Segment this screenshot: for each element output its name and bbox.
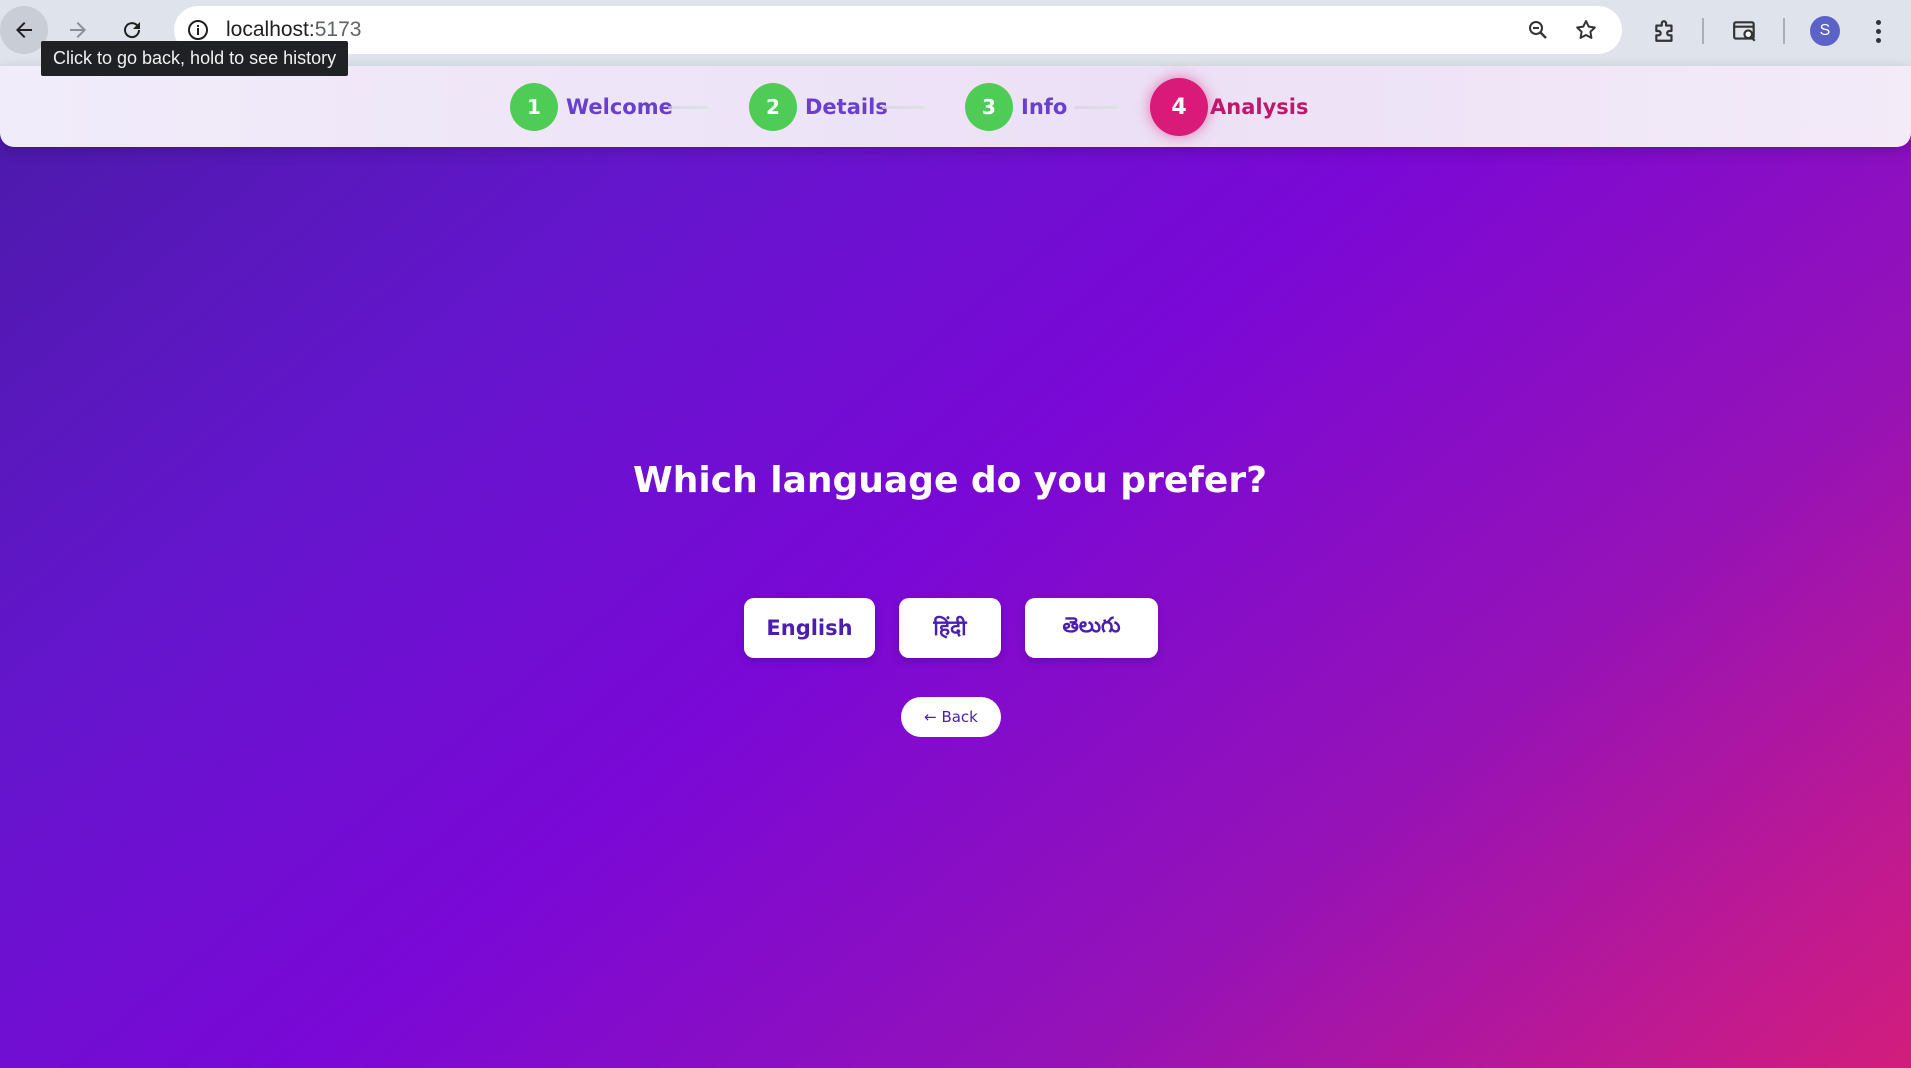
zoom-icon[interactable] xyxy=(1526,18,1550,42)
step-number: 2 xyxy=(749,83,797,131)
page-question: Which language do you prefer? xyxy=(633,460,1267,501)
step-details: 2 Details xyxy=(749,82,888,132)
toolbar-divider xyxy=(1783,18,1785,44)
app-page: 1 Welcome 2 Details 3 Info 4 Analysis Wh… xyxy=(0,66,1911,1068)
step-label: Analysis xyxy=(1210,95,1309,119)
tab-search-icon[interactable] xyxy=(1732,18,1758,44)
more-menu-icon[interactable] xyxy=(1868,16,1888,46)
step-label: Welcome xyxy=(566,95,673,119)
url-text: localhost:5173 xyxy=(226,18,361,42)
step-connector xyxy=(1074,106,1118,109)
step-analysis: 4 Analysis xyxy=(1150,78,1308,136)
url-port: 5173 xyxy=(314,18,362,41)
profile-avatar[interactable]: S xyxy=(1810,16,1840,46)
back-button-page[interactable]: ← Back xyxy=(901,697,1001,737)
language-option-telugu[interactable]: తెలుగు xyxy=(1025,598,1158,658)
bookmark-star-icon[interactable] xyxy=(1574,18,1598,42)
step-label: Details xyxy=(805,95,888,119)
url-host: localhost: xyxy=(226,18,315,41)
step-label: Info xyxy=(1021,95,1068,119)
progress-stepper: 1 Welcome 2 Details 3 Info 4 Analysis xyxy=(0,66,1911,147)
address-bar[interactable]: localhost:5173 xyxy=(174,6,1622,54)
language-option-english[interactable]: English xyxy=(744,598,875,658)
step-connector xyxy=(668,106,708,109)
toolbar-divider xyxy=(1702,18,1704,44)
site-info-icon[interactable] xyxy=(186,18,210,42)
back-arrow-icon xyxy=(16,22,32,38)
language-option-hindi[interactable]: हिंदी xyxy=(899,598,1001,658)
step-number: 4 xyxy=(1150,78,1208,136)
step-number: 3 xyxy=(965,83,1013,131)
reload-icon xyxy=(124,22,141,39)
step-number: 1 xyxy=(510,83,558,131)
step-info: 3 Info xyxy=(965,82,1067,132)
extensions-icon[interactable] xyxy=(1652,18,1678,44)
forward-arrow-icon xyxy=(70,22,86,38)
step-connector xyxy=(882,106,924,109)
step-welcome: 1 Welcome xyxy=(510,82,673,132)
back-button-tooltip: Click to go back, hold to see history xyxy=(41,41,349,76)
